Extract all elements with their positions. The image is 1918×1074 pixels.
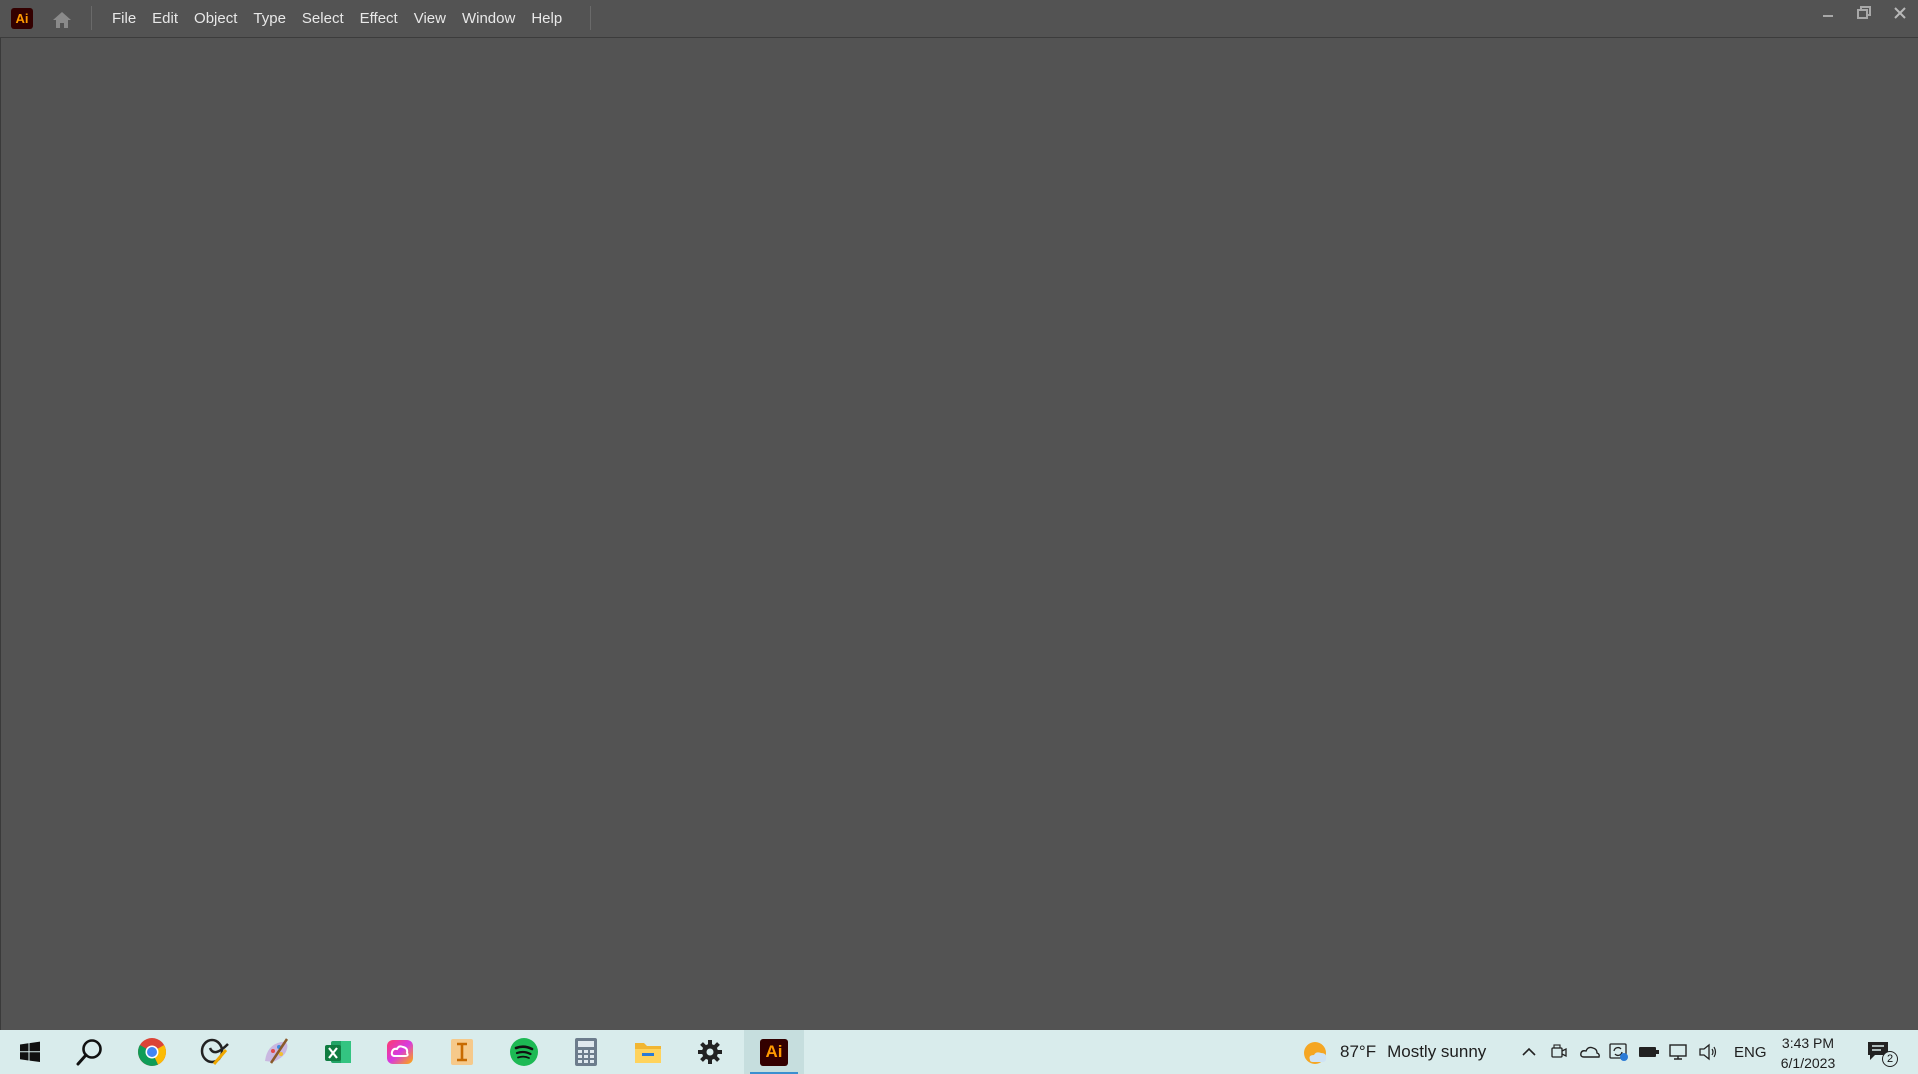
taskbar-text-app[interactable] [432, 1030, 492, 1074]
menu-separator [590, 6, 591, 30]
tray-onedrive[interactable] [1579, 1030, 1601, 1074]
taskbar-paint[interactable] [246, 1030, 306, 1074]
taskbar-creative-cloud[interactable] [370, 1030, 430, 1074]
menu-bar: File Edit Object Type Select Effect View… [104, 0, 570, 36]
window-controls [1810, 0, 1918, 26]
cloud-icon [1580, 1046, 1600, 1058]
tray-backup[interactable] [1609, 1030, 1629, 1074]
home-icon [53, 12, 71, 28]
folder-icon [635, 1043, 661, 1063]
creative-cloud-icon [387, 1040, 413, 1064]
weather-sunny-icon [1304, 1042, 1327, 1064]
illustrator-icon: Ai [760, 1038, 788, 1066]
clock-time: 3:43 PM [1781, 1035, 1835, 1051]
calculator-icon [575, 1038, 597, 1066]
chrome-icon [138, 1038, 166, 1066]
taskbar-illustrator[interactable]: Ai [744, 1030, 804, 1074]
notifications-button[interactable]: 2 [1866, 1030, 1898, 1074]
menu-effect[interactable]: Effect [352, 0, 406, 36]
weather-temperature: 87°F [1340, 1042, 1377, 1061]
restore-button[interactable] [1846, 0, 1882, 26]
text-app-icon [451, 1039, 473, 1065]
speaker-icon [1699, 1043, 1717, 1061]
taskbar-spotify[interactable] [494, 1030, 554, 1074]
menu-object[interactable]: Object [186, 0, 245, 36]
spotify-icon [510, 1038, 538, 1066]
taskbar-settings[interactable] [680, 1030, 740, 1074]
search-icon [76, 1039, 102, 1066]
sync-icon [1609, 1043, 1628, 1061]
menu-help[interactable]: Help [523, 0, 570, 36]
close-icon [1894, 7, 1906, 19]
title-separator [91, 6, 92, 30]
language-indicator[interactable]: ENG [1734, 1030, 1767, 1074]
menu-window[interactable]: Window [454, 0, 523, 36]
minimize-button[interactable] [1810, 0, 1846, 26]
workspace[interactable] [1, 39, 1918, 1030]
camera-icon [1551, 1044, 1567, 1058]
paint-icon [265, 1038, 289, 1064]
battery-icon [1639, 1047, 1659, 1057]
menu-file[interactable]: File [104, 0, 144, 36]
menu-select[interactable]: Select [294, 0, 352, 36]
menu-view[interactable]: View [406, 0, 454, 36]
notification-count-badge: 2 [1882, 1051, 1898, 1067]
menu-edit[interactable]: Edit [144, 0, 186, 36]
excel-icon [325, 1041, 351, 1063]
show-hidden-icons-button[interactable] [1520, 1030, 1538, 1074]
start-button[interactable] [0, 1030, 60, 1074]
search-button[interactable] [60, 1030, 120, 1074]
weather-condition: Mostly sunny [1387, 1042, 1487, 1061]
title-bar: Ai File Edit Object Type Select Effect V… [0, 0, 1918, 38]
windows-icon [20, 1041, 40, 1062]
office-app-icon [200, 1038, 229, 1065]
taskbar-excel[interactable] [308, 1030, 368, 1074]
illustrator-window: Ai File Edit Object Type Select Effect V… [0, 0, 1918, 1030]
restore-icon [1857, 6, 1871, 19]
minimize-icon [1823, 15, 1833, 17]
illustrator-logo[interactable]: Ai [11, 8, 33, 29]
menu-type[interactable]: Type [245, 0, 294, 36]
taskbar-calculator[interactable] [556, 1030, 616, 1074]
close-button[interactable] [1882, 0, 1918, 26]
taskbar-chrome[interactable] [122, 1030, 182, 1074]
gear-icon [698, 1040, 722, 1064]
chevron-up-icon [1522, 1047, 1536, 1056]
tray-volume[interactable] [1698, 1030, 1718, 1074]
taskbar-file-explorer[interactable] [618, 1030, 678, 1074]
network-icon [1669, 1044, 1687, 1060]
tray-network[interactable] [1668, 1030, 1688, 1074]
clock[interactable]: 3:43 PM 6/1/2023 [1770, 1033, 1846, 1073]
clock-date: 6/1/2023 [1780, 1055, 1836, 1071]
tray-battery[interactable] [1638, 1030, 1660, 1074]
taskbar: Ai 87°F Mostly sunny ENG 3:43 PM 6/1/202… [0, 1030, 1918, 1074]
taskbar-office-app[interactable] [184, 1030, 244, 1074]
tray-meet-now[interactable] [1551, 1030, 1567, 1074]
weather-widget[interactable]: 87°F Mostly sunny [1302, 1030, 1486, 1074]
home-button[interactable] [49, 8, 75, 32]
